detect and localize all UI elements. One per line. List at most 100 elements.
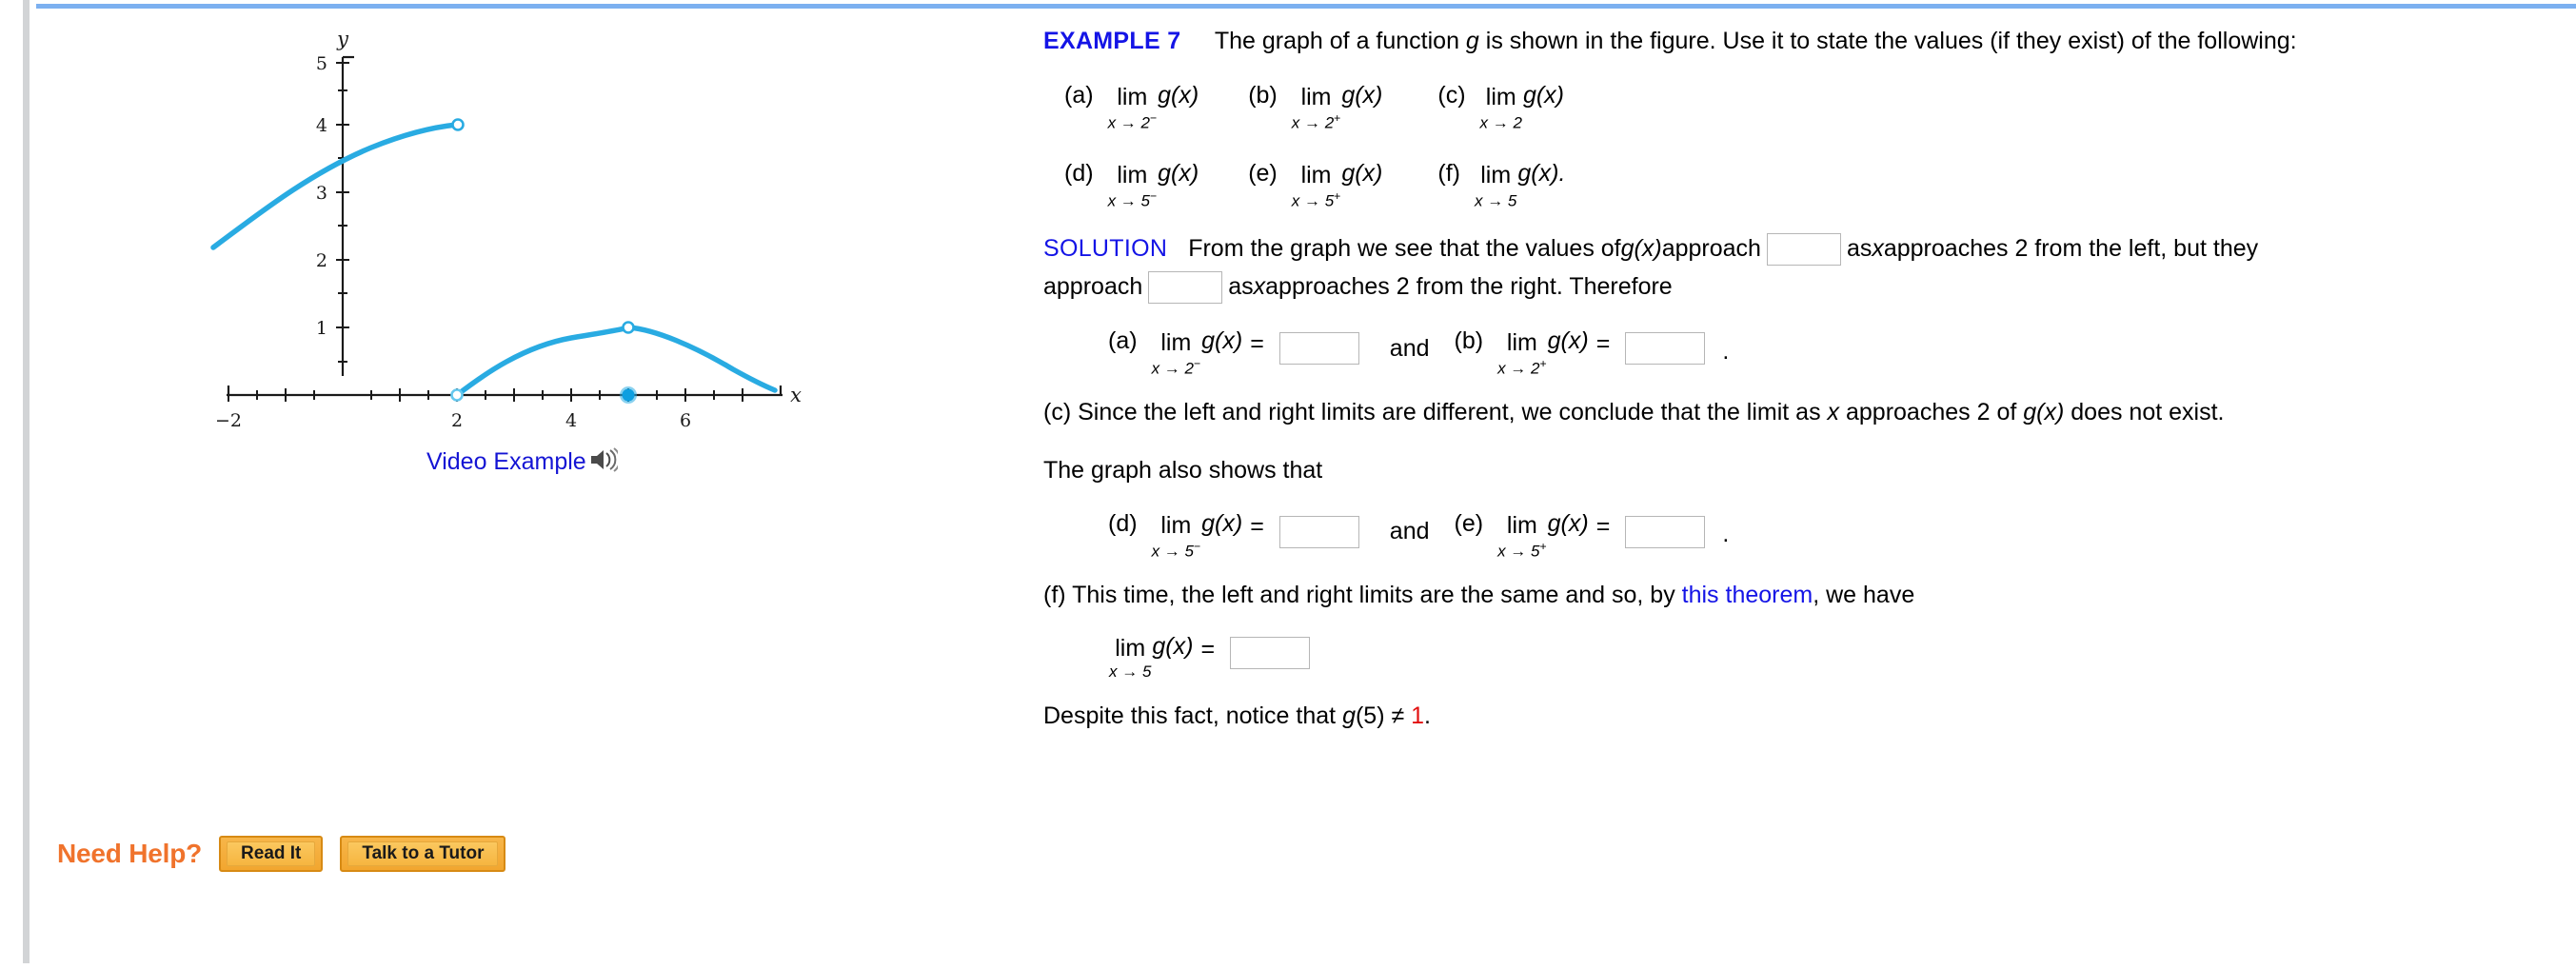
equation-b-limit: lim x → 2+ xyxy=(1497,330,1547,378)
limit-subscript: x → 2+ xyxy=(1497,357,1547,378)
despite-red-value: 1 xyxy=(1411,702,1425,729)
equation-e-limit: lim x → 5+ xyxy=(1497,513,1547,559)
question-e-limit: lim x → 5+ xyxy=(1291,163,1341,210)
limit-word: lim xyxy=(1117,161,1148,188)
equation-e-label: (e) xyxy=(1454,509,1484,537)
limit-word: lim xyxy=(1480,161,1512,188)
question-a-func: g(x) xyxy=(1158,82,1199,109)
prompt-func-g: g xyxy=(1465,28,1479,54)
answer-input-e[interactable] xyxy=(1625,515,1706,548)
limit-subscript: x → 5− xyxy=(1152,541,1201,560)
answer-input-a[interactable] xyxy=(1278,332,1359,366)
limit-word: lim xyxy=(1115,634,1146,662)
answer-input-f[interactable] xyxy=(1230,637,1311,670)
equals-sign: = xyxy=(1250,512,1264,540)
question-c-func: g(x) xyxy=(1522,82,1564,109)
limit-approach: x → 2 xyxy=(1107,113,1150,132)
and-word-ab: and xyxy=(1389,334,1430,362)
question-a: (a) lim x → 2− g(x) xyxy=(1064,81,1199,131)
solution-c-x: x xyxy=(1827,399,1840,426)
question-b-label: (b) xyxy=(1248,82,1278,109)
solution-text-1b: approach xyxy=(1661,234,1761,262)
question-b: (b) lim x → 2+ g(x) xyxy=(1248,81,1382,131)
ytick-2: 2 xyxy=(316,250,327,271)
equals-sign: = xyxy=(1200,635,1216,662)
and-word-de: and xyxy=(1389,517,1430,544)
curve-right-branch xyxy=(454,325,778,398)
equation-f-limit: lim x → 5 xyxy=(1109,634,1151,680)
limit-subscript: x → 2 xyxy=(1480,112,1522,131)
solution-line-1: SOLUTION From the graph we see that the … xyxy=(1043,232,2566,266)
answer-input-approach-right[interactable] xyxy=(1148,270,1223,304)
solution-text-2b-pre: as xyxy=(1228,272,1254,300)
talk-to-a-tutor-button[interactable]: Talk to a Tutor xyxy=(340,836,506,872)
despite-p2: (5) ≠ xyxy=(1355,702,1412,729)
solution-line-c: (c) Since the left and right limits are … xyxy=(1043,398,2566,427)
limit-approach: x → 5 xyxy=(1151,542,1194,561)
solution-x-2: x xyxy=(1253,272,1266,300)
solution-gx-1: g(x) xyxy=(1620,234,1662,262)
limit-word: lim xyxy=(1160,328,1192,356)
solution-text-1c-pre: as xyxy=(1846,234,1873,262)
limit-word: lim xyxy=(1160,511,1192,539)
equation-row-de: (d) lim x → 5− g(x) = and (e) lim x → 5+… xyxy=(1043,509,2566,560)
equation-f-func: g(x) xyxy=(1152,632,1194,660)
example-prompt-row: EXAMPLE 7 The graph of a function g is s… xyxy=(1043,27,2566,56)
left-gutter-bar xyxy=(23,0,30,963)
read-it-button[interactable]: Read It xyxy=(219,836,324,872)
this-theorem-link[interactable]: this theorem xyxy=(1682,582,1813,608)
limit-approach: x → 5 xyxy=(1109,662,1152,681)
xtick-4: 4 xyxy=(565,410,577,431)
open-point-2-0 xyxy=(450,388,464,402)
question-c-label: (c) xyxy=(1437,82,1466,109)
ytick-5: 5 xyxy=(316,53,327,74)
xtick-2: 2 xyxy=(451,410,463,431)
solution-text-2a: approach xyxy=(1043,272,1143,300)
equation-a-limit: lim x → 2− xyxy=(1152,328,1201,376)
limit-side-sign: − xyxy=(1149,111,1158,126)
solution-c-p2: approaches 2 of xyxy=(1839,399,2024,426)
limit-subscript: x → 2+ xyxy=(1292,112,1341,131)
solution-f-p2: , we have xyxy=(1813,582,1915,609)
questions-row-1: (a) lim x → 2− g(x) (b) lim x → 2+ g(x) … xyxy=(1043,81,2566,131)
answer-input-b[interactable] xyxy=(1625,332,1706,366)
curve-left-branch xyxy=(210,122,460,250)
limit-approach: x → 5 xyxy=(1291,191,1335,210)
limit-approach: x → 5 xyxy=(1474,191,1517,210)
equation-d-limit: lim x → 5− xyxy=(1152,511,1201,560)
video-example-link[interactable]: Video Example xyxy=(426,447,621,477)
limit-approach: x → 2 xyxy=(1479,113,1522,132)
question-d-limit: lim x → 5− xyxy=(1107,161,1158,210)
limit-side-sign: − xyxy=(1193,356,1201,370)
page-root: −2 2 4 6 5 4 3 2 1 x y Video Example Nee… xyxy=(0,0,2576,969)
open-point-5-1 xyxy=(622,321,635,334)
equals-sign: = xyxy=(1595,329,1611,357)
need-help-label: Need Help? xyxy=(57,839,203,868)
limit-subscript: x → 5 xyxy=(1109,663,1151,680)
filled-point-5-0-core xyxy=(622,388,635,402)
question-d: (d) lim x → 5− g(x) xyxy=(1064,159,1199,209)
ytick-3: 3 xyxy=(316,183,327,204)
limit-approach: x → 2 xyxy=(1497,359,1540,378)
figure-column: −2 2 4 6 5 4 3 2 1 x y Video Example Nee… xyxy=(57,19,1000,933)
limit-approach: x → 5 xyxy=(1107,191,1150,210)
question-d-label: (d) xyxy=(1064,159,1094,187)
solution-line-also: The graph also shows that xyxy=(1043,457,1323,484)
limit-word: lim xyxy=(1485,84,1516,111)
limit-subscript: x → 5 xyxy=(1475,190,1516,209)
limit-approach: x → 2 xyxy=(1291,113,1335,132)
xtick-6: 6 xyxy=(680,410,691,431)
equation-a-func: g(x) xyxy=(1201,326,1243,354)
xtick-neg2: −2 xyxy=(215,410,242,431)
limit-subscript: x → 2− xyxy=(1108,112,1158,131)
solution-line-despite: Despite this fact, notice that g(5) ≠ 1. xyxy=(1043,702,2566,731)
limit-side-sign: + xyxy=(1334,111,1341,126)
question-f-limit: lim x → 5 xyxy=(1475,161,1516,209)
speaker-icon xyxy=(589,447,621,477)
answer-input-d[interactable] xyxy=(1278,515,1359,548)
answer-input-approach-left[interactable] xyxy=(1766,232,1841,266)
video-example-label: Video Example xyxy=(426,448,586,475)
equation-f: lim x → 5 g(x) = xyxy=(1108,632,1224,680)
question-c-limit: lim x → 2 xyxy=(1480,86,1522,131)
solution-c-gx: g(x) xyxy=(2023,399,2065,426)
